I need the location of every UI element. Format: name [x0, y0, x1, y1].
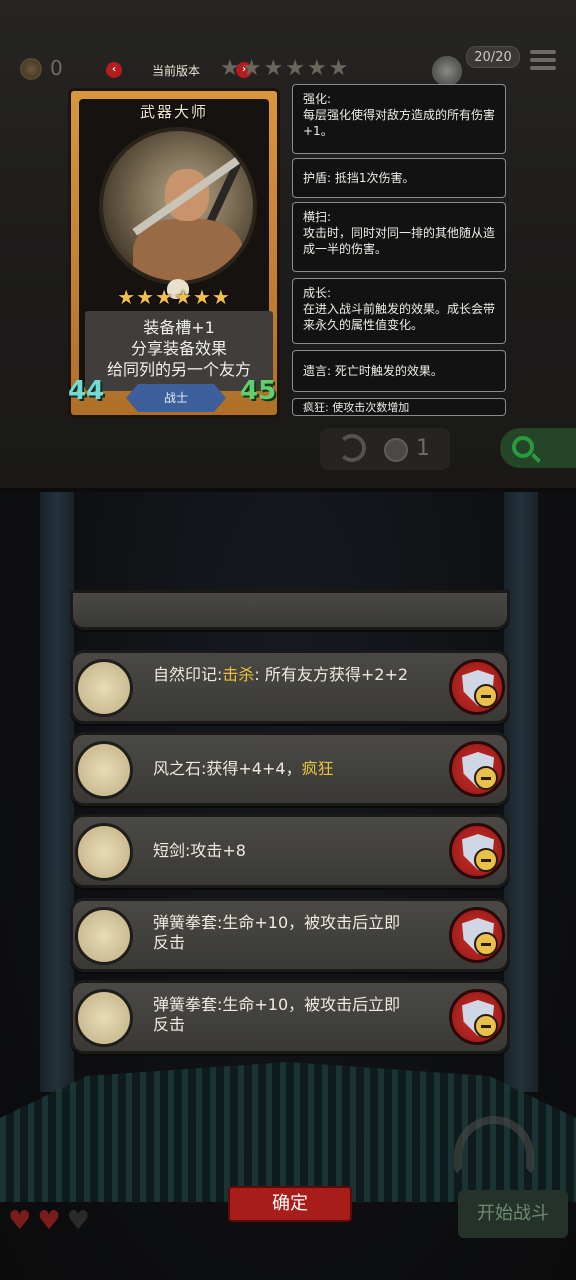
- star-icon: ★: [117, 285, 137, 309]
- star-icon: ★: [328, 56, 351, 81]
- item-label: 弹簧拳套:生命+10，被攻击后立即反击: [153, 995, 401, 1034]
- desc-line: 装备槽+1: [143, 318, 215, 337]
- star-icon: ★: [136, 285, 156, 309]
- item-label: 风之石:获得+4+4，疯狂: [153, 759, 334, 778]
- refresh-icon[interactable]: [338, 434, 366, 462]
- spring-glove-icon: [75, 907, 133, 965]
- list-item[interactable]: 风之石:获得+4+4，疯狂: [70, 732, 510, 806]
- minus-icon: [474, 1014, 498, 1038]
- lives-hearts: ♥♥♥: [8, 1206, 96, 1236]
- keyword-frenzy: 疯狂: 使攻击次数增加: [292, 398, 506, 416]
- confirm-button[interactable]: 确定: [228, 1186, 352, 1222]
- version-label: 当前版本: [152, 64, 201, 78]
- star-icon: ★: [192, 285, 212, 309]
- list-item[interactable]: 弹簧拳套:生命+10，被攻击后立即反击: [70, 980, 510, 1054]
- desc-line: 分享装备效果: [130, 339, 227, 358]
- hero-card[interactable]: 武器大师 ★★★★★★ 装备槽+1 分享装备效果 给同列的另一个友方: [68, 88, 280, 418]
- list-item-partial: [70, 590, 510, 630]
- keyword-shield: 护盾: 抵挡1次伤害。: [292, 158, 506, 198]
- list-item[interactable]: 弹簧拳套:生命+10，被攻击后立即反击: [70, 898, 510, 972]
- star-icon: ★: [211, 285, 231, 309]
- wind-stone-icon: [75, 741, 133, 799]
- star-icon: ★: [241, 56, 264, 81]
- unequip-button[interactable]: [449, 823, 505, 879]
- keyword-empower: 强化: 每层强化使得对敌方造成的所有伤害+1。: [292, 84, 506, 154]
- hero-portrait: [99, 127, 257, 285]
- coin-icon: [20, 58, 42, 80]
- left-pillar: [40, 492, 74, 1092]
- attack-stat: 44: [68, 376, 105, 406]
- heart-icon: ♥: [66, 1206, 96, 1236]
- heart-icon: ♥: [8, 1206, 38, 1236]
- keyword-sweep: 横扫: 攻击时，同时对同一排的其他随从造成一半的伤害。: [292, 202, 506, 272]
- start-battle-button[interactable]: 开始战斗: [458, 1190, 568, 1238]
- menu-icon[interactable]: [530, 50, 556, 72]
- list-item[interactable]: 自然印记:击杀: 所有友方获得+2+2: [70, 650, 510, 724]
- unequip-button[interactable]: [449, 907, 505, 963]
- card-detail-panel: 0 ‹ 当前版本 › ★★★★★★ 20/20 武器大师 ★★★★★★ 装备槽+…: [0, 0, 576, 492]
- minus-icon: [474, 766, 498, 790]
- star-icon: ★: [285, 56, 307, 81]
- search-button[interactable]: [500, 428, 576, 468]
- keyword-deathrattle: 遗言: 死亡时触发的效果。: [292, 350, 506, 392]
- star-icon: ★: [174, 285, 193, 309]
- unequip-button[interactable]: [449, 741, 505, 797]
- prev-version-button[interactable]: ‹: [106, 62, 122, 78]
- class-banner: 战士: [126, 384, 226, 412]
- coin-count: 0: [50, 56, 63, 80]
- unequip-button[interactable]: [449, 659, 505, 715]
- nature-mark-icon: [75, 659, 133, 717]
- capacity-counter: 20/20: [466, 46, 520, 68]
- version-stars: ★★★★★★: [220, 56, 350, 81]
- card-stars: ★★★★★★: [79, 285, 269, 309]
- star-icon: ★: [306, 56, 329, 81]
- minus-icon: [474, 932, 498, 956]
- unequip-button[interactable]: [449, 989, 505, 1045]
- spring-glove-icon: [75, 989, 133, 1047]
- item-label: 短剑:攻击+8: [153, 841, 246, 860]
- star-icon: ★: [155, 285, 174, 309]
- keyword-growth: 成长: 在进入战斗前触发的效果。成长会带来永久的属性值变化。: [292, 278, 506, 344]
- player-avatar-icon[interactable]: [432, 56, 462, 86]
- minus-icon: [474, 684, 498, 708]
- item-label: 弹簧拳套:生命+10，被攻击后立即反击: [153, 913, 401, 952]
- list-item[interactable]: 短剑:攻击+8: [70, 814, 510, 888]
- star-icon: ★: [263, 56, 286, 81]
- star-icon: ★: [220, 56, 242, 81]
- item-label: 自然印记:击杀: 所有友方获得+2+2: [153, 665, 409, 684]
- card-name: 武器大师: [139, 103, 208, 121]
- token-count: 1: [416, 436, 430, 461]
- heart-icon: ♥: [37, 1206, 67, 1236]
- short-sword-icon: [75, 823, 133, 881]
- minus-icon: [474, 848, 498, 872]
- health-stat: 45: [240, 376, 277, 406]
- token-icon: [384, 438, 408, 462]
